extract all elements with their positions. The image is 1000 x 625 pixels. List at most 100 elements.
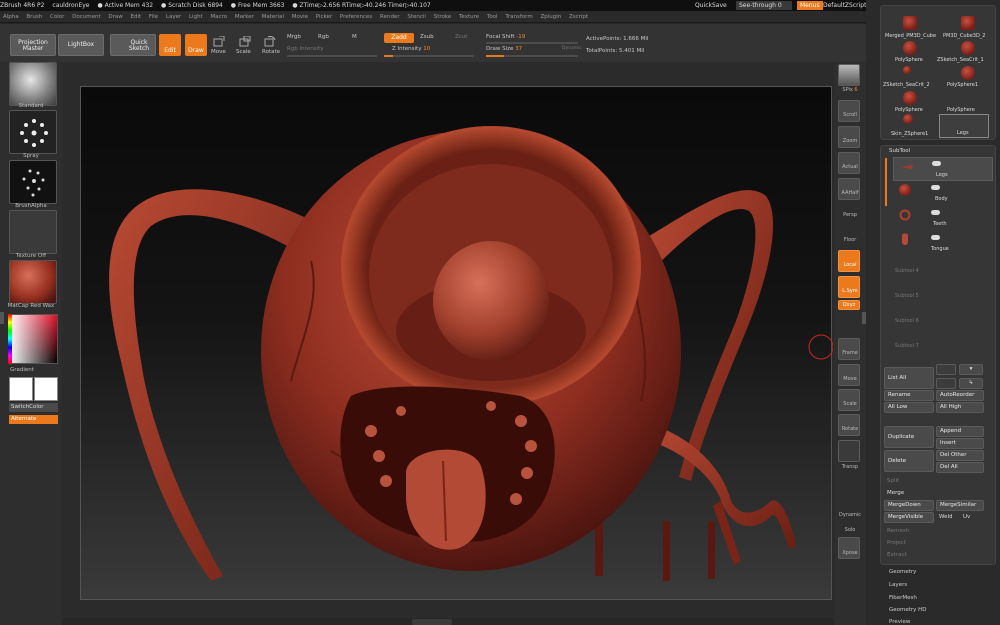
- subtool-row-legs[interactable]: Legs: [893, 157, 993, 181]
- see-through-slider[interactable]: See-through 0: [736, 1, 792, 10]
- edit-button[interactable]: Edit: [159, 34, 181, 56]
- quicksave-button[interactable]: QuickSave: [692, 1, 730, 10]
- tool-thumb-2[interactable]: [903, 41, 917, 55]
- tool-thumb-1[interactable]: [961, 16, 975, 30]
- subtool-row-tongue[interactable]: Tongue: [893, 232, 997, 256]
- xyz-button[interactable]: Qxyz: [838, 300, 860, 310]
- bottom-tray-handle[interactable]: [412, 619, 452, 625]
- mrgb-button[interactable]: Mrgb: [287, 34, 301, 40]
- layers-section[interactable]: Layers: [889, 582, 907, 588]
- menu-stencil[interactable]: Stencil: [407, 14, 426, 20]
- subtool-header[interactable]: SubTool: [889, 148, 910, 154]
- teeth-visibility-toggle[interactable]: [931, 210, 940, 215]
- duplicate-button[interactable]: Duplicate: [884, 426, 934, 448]
- list-all-button[interactable]: List All: [884, 367, 934, 389]
- polyf-button[interactable]: [838, 440, 860, 462]
- merge-button[interactable]: Merge: [887, 490, 904, 496]
- mergevisible-button[interactable]: MergeVisible: [884, 512, 934, 523]
- tool-thumb-0[interactable]: [903, 16, 917, 30]
- geometry-hd-section[interactable]: Geometry HD: [889, 607, 927, 613]
- rgb-button[interactable]: Rgb: [318, 34, 329, 40]
- menu-layer[interactable]: Layer: [166, 14, 181, 20]
- uv-button[interactable]: Uv: [963, 514, 970, 520]
- move-tool-button[interactable]: Move: [211, 49, 226, 55]
- lsym-button[interactable]: [838, 276, 860, 298]
- zadd-button[interactable]: Zadd: [384, 33, 414, 43]
- menu-material[interactable]: Material: [262, 14, 284, 20]
- document-canvas[interactable]: [80, 86, 834, 600]
- aahalf-button[interactable]: [838, 178, 860, 200]
- alpha-thumbnail[interactable]: [9, 160, 57, 204]
- menu-movie[interactable]: Movie: [292, 14, 308, 20]
- secondary-color-swatch[interactable]: [34, 377, 58, 401]
- menu-alpha[interactable]: Alpha: [3, 14, 19, 20]
- rotate-tool-button[interactable]: Rotate: [262, 49, 280, 55]
- transp-button[interactable]: Transp: [834, 464, 866, 470]
- menu-marker[interactable]: Marker: [235, 14, 254, 20]
- spix-slider[interactable]: SPix 6: [834, 87, 866, 93]
- split-button[interactable]: Split: [887, 478, 899, 484]
- projection-master-button[interactable]: Projection Master: [10, 34, 56, 56]
- arrow-left-button[interactable]: [936, 378, 956, 389]
- append-button[interactable]: Append: [936, 426, 984, 437]
- lightbox-button[interactable]: LightBox: [58, 34, 104, 56]
- tool-thumb-4[interactable]: [903, 66, 911, 74]
- menu-tool[interactable]: Tool: [487, 14, 498, 20]
- menu-brush[interactable]: Brush: [26, 14, 42, 20]
- arrow-down-right-button[interactable]: ↳: [959, 378, 983, 389]
- mergedown-button[interactable]: MergeDown: [884, 500, 934, 511]
- menu-zscript[interactable]: Zscript: [569, 14, 588, 20]
- texture-thumbnail[interactable]: [9, 210, 57, 254]
- legs-visibility-toggle[interactable]: [932, 161, 941, 166]
- alternate-button[interactable]: Alternate: [9, 415, 58, 424]
- mergesimilar-button[interactable]: MergeSimilar: [936, 500, 984, 511]
- subtool-row-body[interactable]: Body: [893, 182, 997, 206]
- tool-thumb-3[interactable]: [961, 41, 975, 55]
- zoom-button[interactable]: [838, 126, 860, 148]
- m-button[interactable]: M: [352, 34, 357, 40]
- dynamic-button[interactable]: Dynamic: [562, 46, 582, 51]
- frame-button[interactable]: [838, 338, 860, 360]
- solo-button[interactable]: Solo: [834, 527, 866, 533]
- preview-section[interactable]: Preview: [889, 619, 910, 625]
- rotate-view-button[interactable]: [838, 414, 860, 436]
- switchcolor-button[interactable]: SwitchColor: [9, 403, 58, 412]
- tool-thumb-6[interactable]: [903, 91, 917, 105]
- delete-button[interactable]: Delete: [884, 450, 934, 472]
- menu-draw[interactable]: Draw: [108, 14, 122, 20]
- local-button[interactable]: [838, 250, 860, 272]
- menu-texture[interactable]: Texture: [459, 14, 479, 20]
- menu-transform[interactable]: Transform: [505, 14, 532, 20]
- z-intensity-slider[interactable]: Z Intensity 10: [392, 46, 430, 52]
- menu-macro[interactable]: Macro: [210, 14, 227, 20]
- draw-button[interactable]: Draw: [185, 34, 207, 56]
- weld-button[interactable]: Weld: [939, 514, 953, 520]
- menu-zplugin[interactable]: Zplugin: [540, 14, 561, 20]
- menu-document[interactable]: Document: [72, 14, 101, 20]
- bpr-button[interactable]: [838, 64, 860, 86]
- move-view-button[interactable]: [838, 364, 860, 386]
- extract-button[interactable]: Extract: [887, 552, 907, 558]
- autoreorder-button[interactable]: AutoReorder: [936, 390, 984, 401]
- tongue-visibility-toggle[interactable]: [931, 235, 940, 240]
- material-thumbnail[interactable]: [9, 260, 57, 304]
- zcut-button[interactable]: Zcut: [455, 34, 467, 40]
- insert-button[interactable]: Insert: [936, 438, 984, 449]
- stroke-thumbnail[interactable]: [9, 110, 57, 154]
- zsub-button[interactable]: Zsub: [420, 34, 434, 40]
- dynamic-persp-button[interactable]: Dynamic: [834, 512, 866, 518]
- quick-sketch-button[interactable]: Quick Sketch: [110, 34, 156, 56]
- tool-thumb-9[interactable]: Legs: [939, 114, 989, 138]
- tool-thumb-8[interactable]: [903, 114, 913, 124]
- draw-size-slider[interactable]: Draw Size 37: [486, 46, 522, 52]
- right-tray-handle[interactable]: [862, 312, 866, 324]
- actual-button[interactable]: [838, 152, 860, 174]
- left-tray-handle[interactable]: [0, 312, 4, 324]
- project-button[interactable]: Project: [887, 540, 906, 546]
- floor-button[interactable]: Floor: [834, 237, 866, 243]
- menus-button[interactable]: Menus: [797, 1, 823, 10]
- fibermesh-section[interactable]: FiberMesh: [889, 595, 917, 601]
- rgb-intensity-slider[interactable]: Rgb Intensity: [287, 46, 324, 52]
- body-visibility-toggle[interactable]: [931, 185, 940, 190]
- gradient-label[interactable]: Gradient: [0, 367, 62, 373]
